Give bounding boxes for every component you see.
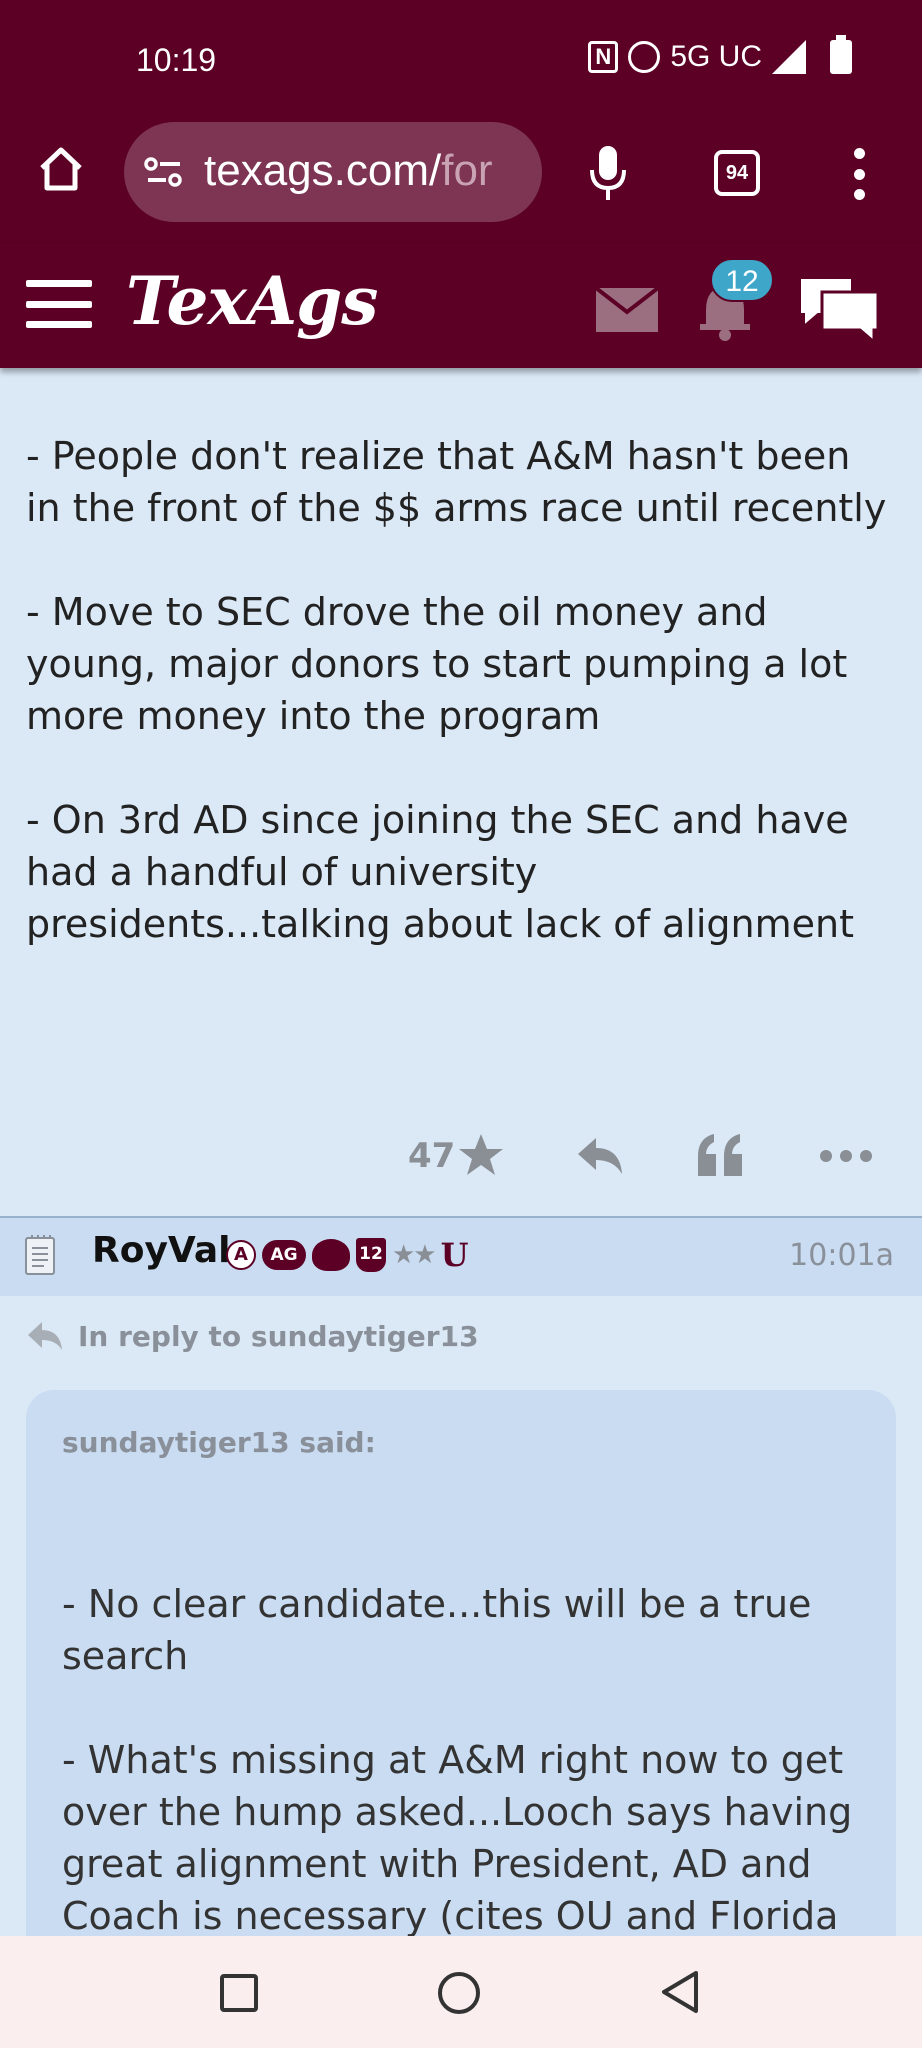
home-nav-icon[interactable] [438,1972,480,2014]
network-label: 5G UC [670,40,762,73]
more-horiz-icon[interactable] [820,1150,872,1162]
quote-body: - No clear candidate...this will be a tr… [62,1578,862,1936]
user-badges: A AG 12 ★★ U [226,1236,469,1274]
twelfth-man-badge: 12 [356,1238,386,1272]
a-badge: A [226,1240,256,1270]
quote-author[interactable]: sundaytiger13 said: [62,1426,376,1459]
post-paragraph: - Move to SEC drove the oil money and yo… [26,590,848,738]
quote-block: sundaytiger13 said: - No clear candidate… [26,1390,896,1936]
battery-icon [830,35,852,74]
in-reply-link[interactable]: In reply to sundaytiger13 [26,1314,479,1358]
mic-icon[interactable] [588,144,628,202]
reply-icon[interactable] [576,1136,624,1176]
notification-badge[interactable]: 12 [710,258,774,302]
post-paragraph: - On 3rd AD since joining the SEC and ha… [26,798,854,946]
more-vert-icon[interactable] [852,148,866,200]
recents-icon[interactable] [220,1974,258,2012]
star-icon[interactable] [458,1132,504,1178]
signal-icon [772,40,806,74]
post-actions: 47 [0,1124,922,1194]
status-bar: 10:19 N 5G UC [0,0,922,120]
thread-content: - People don't realize that A&M hasn't b… [0,344,922,1936]
tabs-icon[interactable]: 94 [714,150,760,196]
post-time[interactable]: 10:01a [789,1238,894,1273]
quote-paragraph: - What's missing at A&M right now to get… [62,1738,853,1936]
address-bar[interactable]: texags.com/for [124,122,542,222]
in-reply-text: In reply to sundaytiger13 [78,1319,479,1353]
back-icon[interactable] [660,1970,700,2014]
system-nav-bar [0,1936,922,2048]
username[interactable]: RoyVal [92,1230,230,1271]
quote-paragraph: - No clear candidate...this will be a tr… [62,1582,812,1678]
chat-icon[interactable] [796,272,882,346]
browser-toolbar: texags.com/for 94 [0,120,922,244]
url-text[interactable]: texags.com/for [204,146,493,196]
reply-arrow-icon [28,1322,62,1350]
url-domain: texags.com/ [204,146,442,195]
helmet-badge-icon [312,1239,350,1271]
status-time: 10:19 [136,42,217,78]
u-badge: U [440,1236,469,1274]
home-icon[interactable] [36,144,86,194]
post-body: - People don't realize that A&M hasn't b… [26,430,896,1002]
system-icons: N 5G UC [588,35,852,74]
url-path: for [441,146,493,195]
alarm-icon [628,41,661,73]
site-settings-icon[interactable] [144,156,184,188]
like-count: 47 [408,1136,456,1176]
post-header: RoyVal A AG 12 ★★ U 10:01a [0,1218,922,1296]
site-header: TexAgs [0,244,922,368]
nfc-icon: N [588,41,619,73]
stars-badge: ★★ [392,1240,437,1270]
document-icon [25,1235,55,1275]
hamburger-icon[interactable] [26,280,92,328]
mail-icon[interactable] [596,288,658,332]
quote-icon[interactable] [696,1134,744,1176]
ag-badge: AG [262,1240,306,1270]
site-logo[interactable]: TexAgs [126,262,378,340]
post-paragraph: - People don't realize that A&M hasn't b… [26,434,887,530]
